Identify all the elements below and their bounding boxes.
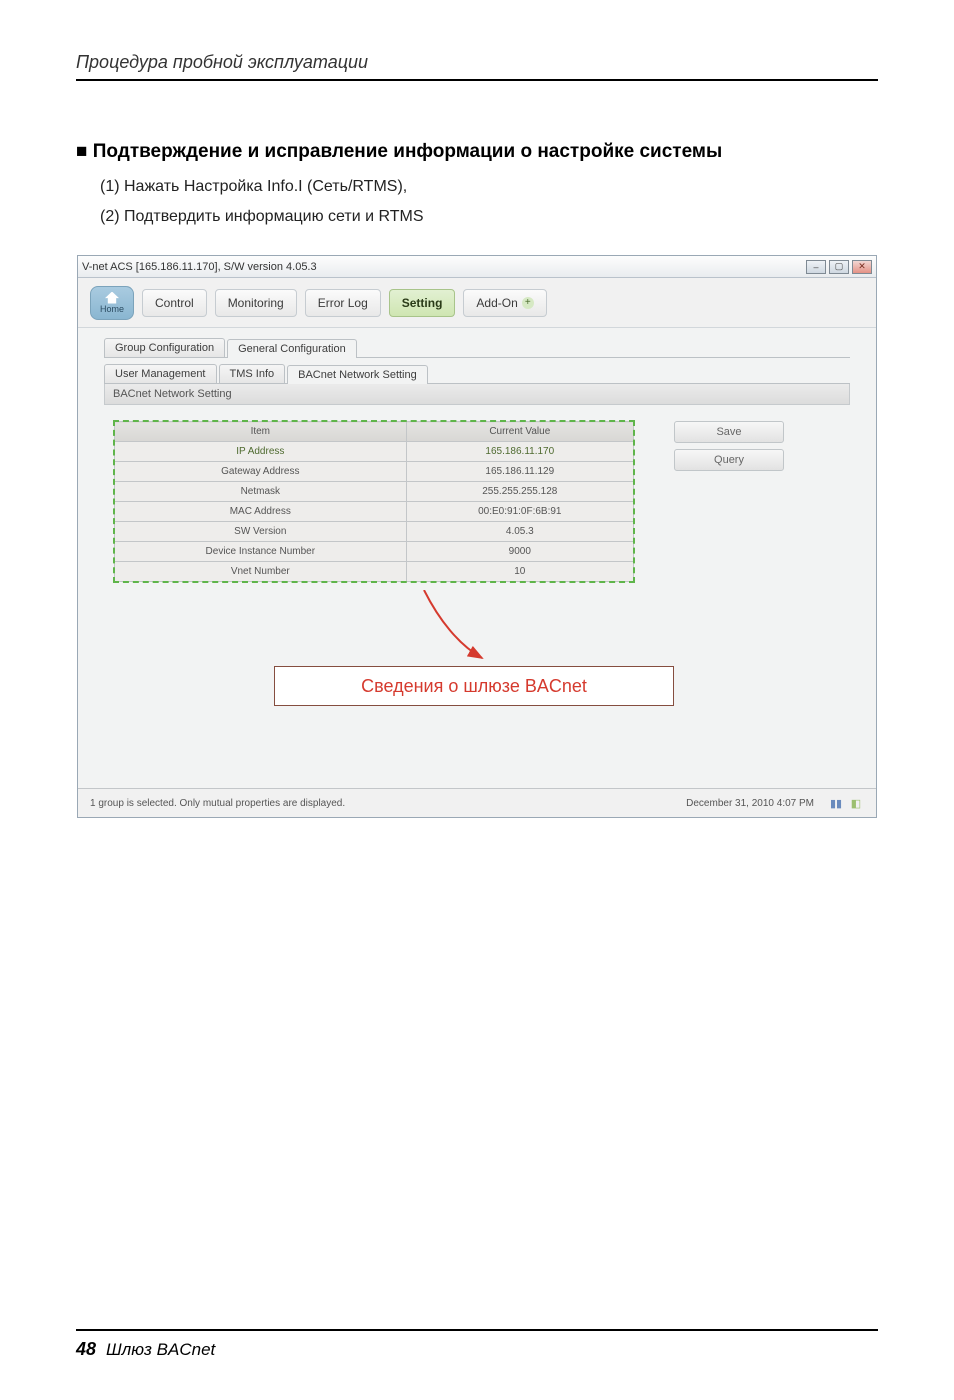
tab-control[interactable]: Control [142,289,207,317]
row-gw-value: 165.186.11.129 [406,462,633,482]
row-sw-item: SW Version [115,522,407,542]
product-name: Шлюз BACnet [106,1340,215,1360]
footer: 48 Шлюз BACnet [76,1339,878,1360]
row-vnet-item: Vnet Number [115,562,407,582]
query-button[interactable]: Query [674,449,784,471]
header-rule [76,79,878,81]
row-netmask-value: 255.255.255.128 [406,482,633,502]
titlebar-buttons: – ▢ ✕ [806,260,872,274]
save-button[interactable]: Save [674,421,784,443]
row-ip-value: 165.186.11.170 [406,442,633,462]
row-gw-item: Gateway Address [115,462,407,482]
row-devinst-item: Device Instance Number [115,542,407,562]
row-mac-item: MAC Address [115,502,407,522]
status-left: 1 group is selected. Only mutual propert… [90,798,345,809]
minimize-button[interactable]: – [806,260,826,274]
tab-monitoring[interactable]: Monitoring [215,289,297,317]
footer-rule [76,1329,878,1331]
status-icons: ▮▮ ◧ [828,795,864,811]
home-label: Home [100,304,124,314]
tab-addon-label: Add-On [476,296,517,310]
row-devinst-value: 9000 [406,542,633,562]
row-mac-value: 00:E0:91:0F:6B:91 [406,502,633,522]
maximize-button[interactable]: ▢ [829,260,849,274]
tabs-level-1: Group Configuration General Configuratio… [104,338,850,358]
tab-group-config[interactable]: Group Configuration [104,338,225,357]
row-ip-item: IP Address [115,442,407,462]
tab-tms-info[interactable]: TMS Info [219,364,286,383]
home-button[interactable]: Home [90,286,134,320]
step-1: (1) Нажать Настройка Info.I (Сеть/RTMS), [100,175,878,199]
settings-table: Item Current Value IP Address 165.186.11… [114,421,634,582]
content-area: Item Current Value IP Address 165.186.11… [104,405,850,592]
tabs-level-2: User Management TMS Info BACnet Network … [104,364,850,384]
row-vnet-value: 10 [406,562,633,582]
step-2: (2) Подтвердить информацию сети и RTMS [100,205,878,229]
row-netmask-item: Netmask [115,482,407,502]
page-number: 48 [76,1339,96,1360]
tab-bacnet-network[interactable]: BACnet Network Setting [287,365,428,384]
app-window: V-net ACS [165.186.11.170], S/W version … [77,255,877,818]
plus-icon: + [522,297,534,309]
tab-addon[interactable]: Add-On + [463,289,546,317]
statusbar: 1 group is selected. Only mutual propert… [78,788,876,817]
tab-error-log[interactable]: Error Log [305,289,381,317]
annotation-area: Сведения о шлюзе BACnet [104,592,850,782]
callout-arrow-icon [404,590,504,670]
home-icon [105,292,119,304]
close-button[interactable]: ✕ [852,260,872,274]
running-head: Процедура пробной эксплуатации [76,52,878,73]
section-label: BACnet Network Setting [104,384,850,405]
status-indicator-icon: ▮▮ [828,795,844,811]
section-title: ■ Подтверждение и исправление информации… [76,141,878,163]
col-value: Current Value [406,422,633,442]
titlebar: V-net ACS [165.186.11.170], S/W version … [78,256,876,278]
status-network-icon: ◧ [848,795,864,811]
row-sw-value: 4.05.3 [406,522,633,542]
window-title: V-net ACS [165.186.11.170], S/W version … [82,261,317,273]
col-item: Item [115,422,407,442]
tab-user-management[interactable]: User Management [104,364,217,383]
callout-box: Сведения о шлюзе BACnet [274,666,674,706]
status-right: December 31, 2010 4:07 PM [686,798,814,809]
tab-general-config[interactable]: General Configuration [227,339,357,358]
callout-text: Сведения о шлюзе BACnet [361,676,587,697]
ribbon: Home Control Monitoring Error Log Settin… [78,278,876,328]
settings-table-frame: Item Current Value IP Address 165.186.11… [114,421,634,582]
side-buttons: Save Query [634,421,804,582]
screenshot-figure: V-net ACS [165.186.11.170], S/W version … [76,255,878,818]
tab-setting[interactable]: Setting [389,289,456,317]
